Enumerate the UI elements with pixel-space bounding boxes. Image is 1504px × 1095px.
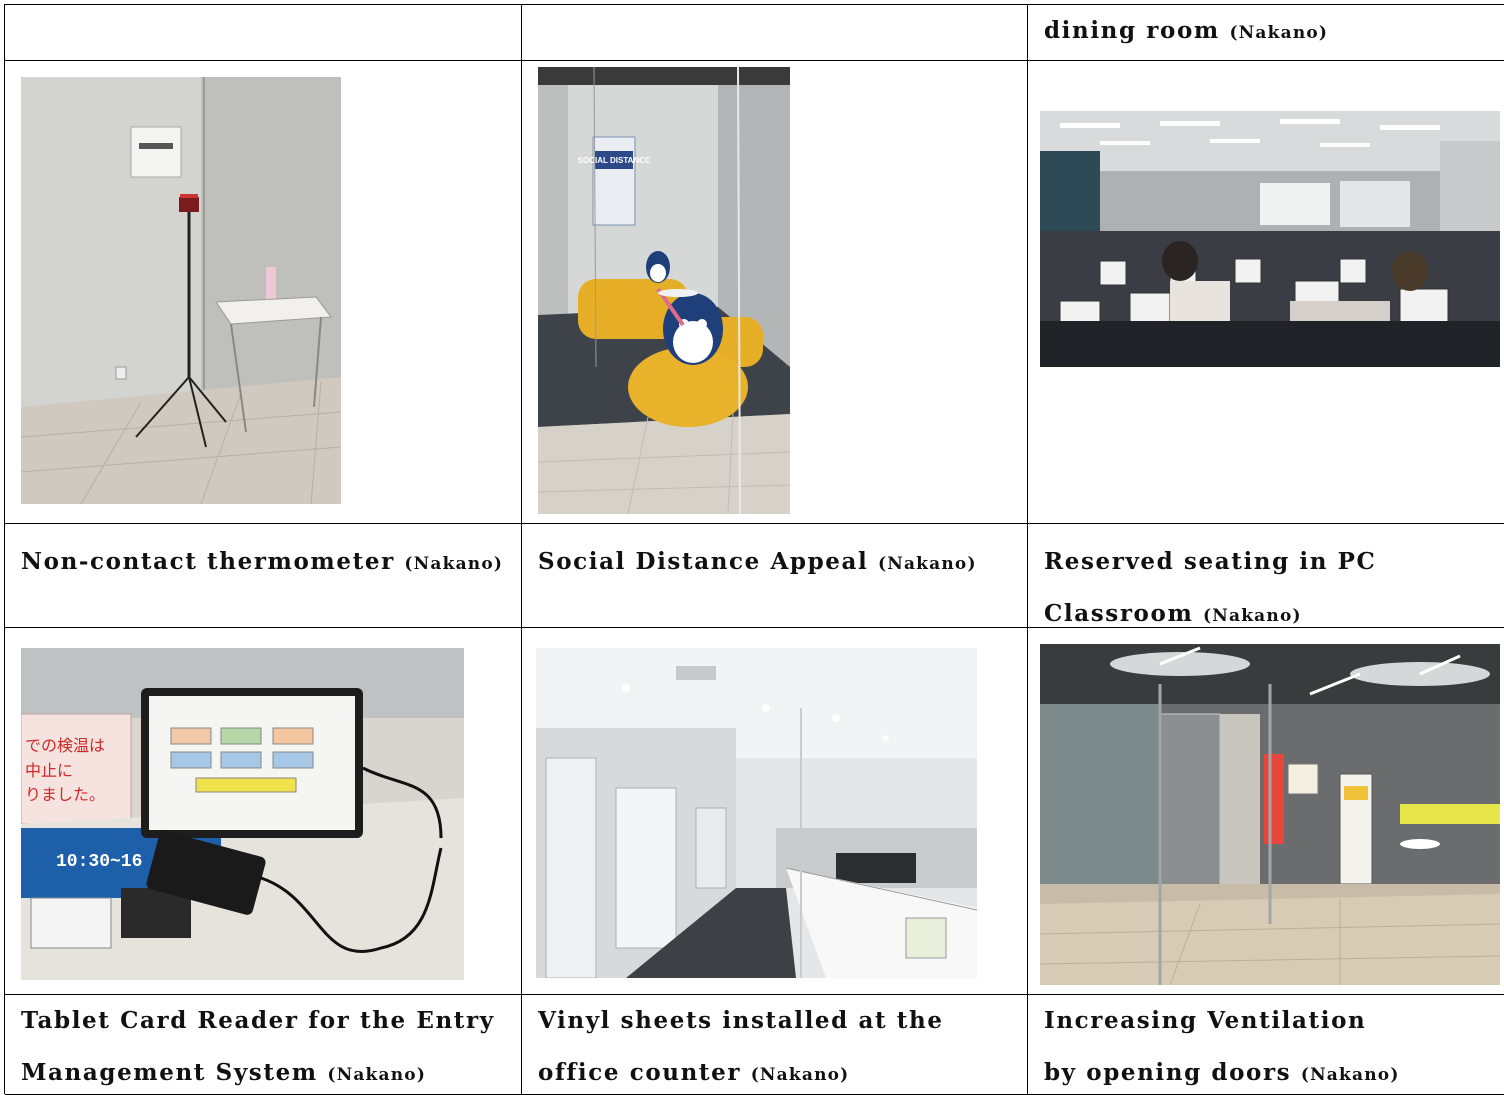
sign-line-1: での検温は bbox=[25, 736, 105, 755]
empty-cell-2 bbox=[522, 5, 1028, 61]
caption-cell-dining: dining room (Nakano) bbox=[1028, 5, 1504, 61]
caption-cell-ventilation: Increasing Ventilation by opening doors … bbox=[1028, 995, 1504, 1095]
sign-line-2: 中止に bbox=[25, 761, 73, 780]
caption-cell-vinyl-sheets: Vinyl sheets installed at the office cou… bbox=[522, 995, 1028, 1095]
caption-cell-pc-classroom: Reserved seating in PC Classroom (Nakano… bbox=[1028, 524, 1504, 628]
caption-cell-thermometer: Non-contact thermometer (Nakano) bbox=[5, 524, 522, 628]
social-distance-photo: SOCIAL DISTANCE bbox=[538, 67, 790, 514]
caption-cell-social-distance: Social Distance Appeal (Nakano) bbox=[522, 524, 1028, 628]
caption-location: (Nakano) bbox=[404, 554, 504, 574]
tablet-time-text: 10:30~16 bbox=[56, 852, 142, 872]
vinyl-sheets-photo bbox=[536, 648, 977, 978]
caption-location: (Nakano) bbox=[1229, 23, 1329, 43]
caption-location: (Nakano) bbox=[1203, 606, 1302, 626]
tablet-reader-photo: での検温は 中止に りました。 10:30~16 bbox=[21, 648, 464, 980]
caption-location: (Nakano) bbox=[877, 554, 977, 574]
pc-classroom-photo bbox=[1040, 111, 1500, 367]
photo-cell-pc-classroom bbox=[1028, 61, 1504, 524]
photo-cell-ventilation bbox=[1028, 628, 1504, 995]
caption-ventilation: Increasing Ventilation by opening doors … bbox=[1044, 995, 1404, 1094]
sign-line-3: りました。 bbox=[25, 785, 105, 804]
caption-social-distance: Social Distance Appeal (Nakano) bbox=[538, 536, 1015, 590]
photo-table: dining room (Nakano) SOCIAL DISTANCE Non… bbox=[4, 4, 1504, 1095]
empty-cell-1 bbox=[5, 5, 522, 61]
caption-title: Non-contact thermometer bbox=[21, 548, 395, 575]
photo-cell-social-distance: SOCIAL DISTANCE bbox=[522, 61, 1028, 524]
caption-tablet-reader: Tablet Card Reader for the Entry Managem… bbox=[21, 995, 509, 1094]
caption-title: Social Distance Appeal bbox=[538, 548, 869, 575]
caption-location: (Nakano) bbox=[750, 1065, 850, 1085]
ventilation-photo bbox=[1040, 644, 1500, 985]
caption-dining: dining room (Nakano) bbox=[1044, 5, 1492, 59]
photo-cell-tablet-reader: での検温は 中止に りました。 10:30~16 bbox=[5, 628, 522, 995]
caption-location: (Nakano) bbox=[1300, 1065, 1400, 1085]
caption-title: dining room bbox=[1044, 17, 1220, 44]
poster-text: SOCIAL DISTANCE bbox=[578, 156, 651, 165]
photo-cell-vinyl-sheets bbox=[522, 628, 1028, 995]
caption-cell-tablet-reader: Tablet Card Reader for the Entry Managem… bbox=[5, 995, 522, 1095]
caption-title: Vinyl sheets installed at the office cou… bbox=[538, 1007, 944, 1086]
caption-vinyl-sheets: Vinyl sheets installed at the office cou… bbox=[538, 995, 1015, 1094]
thermometer-photo bbox=[21, 77, 341, 504]
photo-cell-thermometer bbox=[5, 61, 522, 524]
caption-location: (Nakano) bbox=[327, 1065, 427, 1085]
caption-thermometer: Non-contact thermometer (Nakano) bbox=[21, 536, 509, 590]
caption-pc-classroom: Reserved seating in PC Classroom (Nakano… bbox=[1044, 536, 1384, 627]
